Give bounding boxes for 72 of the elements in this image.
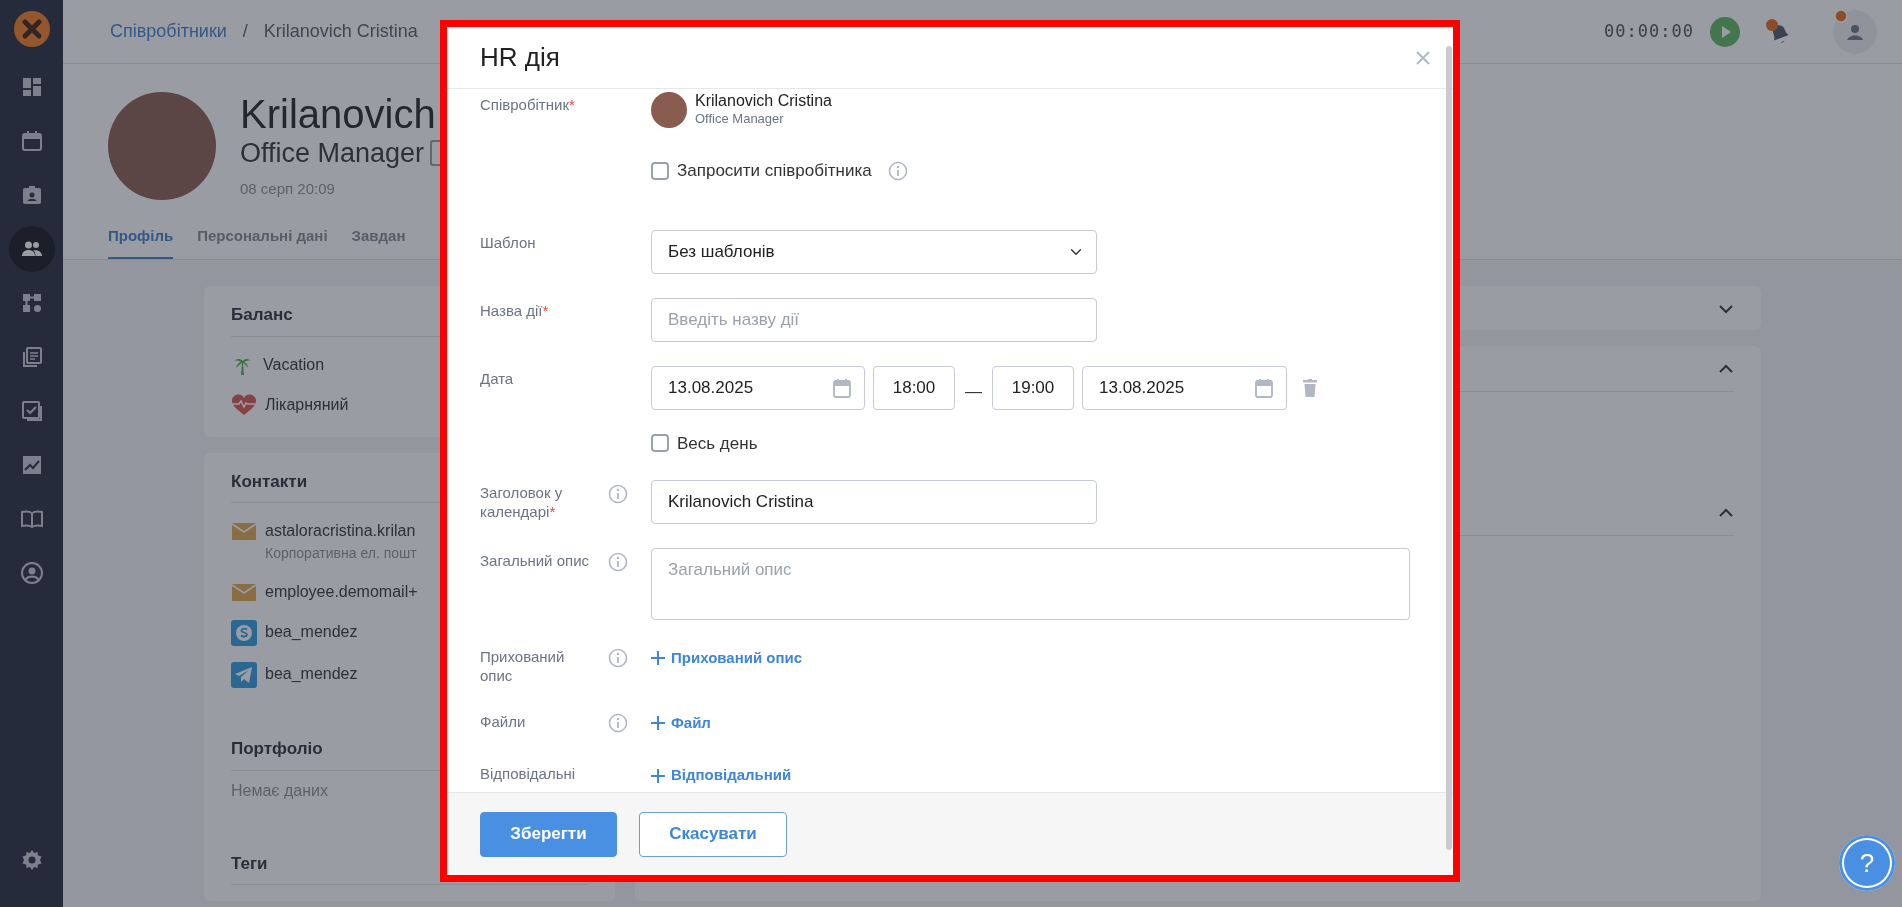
field-label: Прихований опис — [480, 647, 566, 685]
play-button[interactable] — [1710, 16, 1740, 47]
plus-icon — [651, 768, 665, 783]
logo-icon — [13, 11, 50, 47]
field-label: Шаблон — [480, 232, 537, 253]
chevron-icon — [1718, 364, 1734, 375]
checkbox-label: Запросити співробітника — [677, 160, 872, 182]
save-button[interactable]: Зберегти — [480, 811, 617, 857]
time-field[interactable]: 18:00 — [873, 365, 955, 410]
play-icon — [1710, 16, 1740, 47]
paper-plane-icon — [231, 662, 257, 688]
heart-pulse-icon — [231, 392, 257, 417]
leave-type-label: Vacation — [263, 354, 325, 375]
calendar-icon — [19, 129, 44, 153]
field-label: Назва дії* — [480, 300, 550, 321]
employee-name: Krilanovich — [240, 92, 437, 136]
close-icon — [1415, 50, 1431, 67]
skype-logo-icon — [231, 620, 257, 646]
template-select[interactable]: Без шаблонів — [651, 229, 1097, 274]
dialog-title: HR дія — [480, 41, 560, 74]
time-field[interactable]: 19:00 — [992, 365, 1074, 410]
breadcrumb-separator: / — [242, 20, 248, 43]
job-title: Office Manager — [240, 137, 425, 170]
checkbox[interactable] — [651, 434, 669, 453]
employee-name: Krilanovich Cristina — [695, 92, 832, 110]
plus-icon — [651, 716, 665, 731]
text-input-field[interactable]: Krilanovich Cristina — [651, 480, 1097, 524]
field-label: Співробітник* — [480, 95, 576, 115]
plus-icon — [651, 651, 665, 666]
contact-value: astaloracristina.krilan — [265, 521, 417, 541]
checkbox[interactable] — [651, 161, 669, 180]
trash-icon — [1303, 379, 1317, 398]
calendar-icon — [833, 377, 851, 398]
updated-date: 08 серп 20:09 — [240, 179, 336, 199]
breadcrumb-link[interactable]: Співробітники — [110, 18, 227, 45]
calendar-icon — [1255, 377, 1273, 398]
add-link[interactable]: Прихований опис — [651, 647, 803, 670]
range-separator: — — [964, 380, 983, 403]
empty-message: Немає даних — [231, 780, 328, 801]
contact-value: employee.demomail+ — [265, 582, 418, 602]
gear-icon — [19, 848, 44, 872]
employee-role: Office Manager — [695, 110, 785, 128]
help-button[interactable]: ? — [1839, 835, 1895, 891]
cancel-button[interactable]: Скасувати — [639, 811, 787, 857]
user-avatar-icon — [1832, 8, 1878, 55]
description-field[interactable]: Загальний опис — [651, 548, 1410, 620]
user-avatar-button[interactable] — [1832, 8, 1878, 55]
contact-note: Корпоративна ел. пошт — [265, 544, 417, 563]
profile-tab[interactable]: Завдан — [351, 224, 406, 259]
contact-value: bea_mendez — [265, 622, 358, 642]
checklist-icon — [19, 399, 44, 423]
contact-value: bea_mendez — [265, 664, 358, 684]
checkbox-label: Весь день — [677, 432, 758, 455]
text-input-field[interactable]: Введіть назву дії — [651, 297, 1097, 342]
profile-tab[interactable]: Профіль — [108, 224, 174, 259]
timer-display: 00:00:00 — [1604, 19, 1694, 43]
book-icon — [19, 507, 44, 531]
add-link[interactable]: Відповідальний — [651, 764, 792, 787]
chevron-icon — [1718, 303, 1734, 314]
chevron-icon — [1718, 508, 1734, 519]
leave-type-label: Лікарняний — [265, 394, 349, 415]
avatar-photo-placeholder — [651, 92, 687, 128]
user-circle-icon — [19, 561, 44, 585]
sidebar-item[interactable] — [8, 226, 55, 272]
field-label: Загальний опис — [480, 551, 590, 571]
add-link[interactable]: Файл — [651, 712, 711, 735]
profile-tab[interactable]: Персональні дані — [197, 224, 328, 259]
date-field[interactable]: 13.08.2025 — [651, 365, 865, 410]
field-label: Файли — [480, 712, 527, 732]
breadcrumb-current: Krilanovich Cristina — [263, 20, 418, 43]
date-field[interactable]: 13.08.2025 — [1082, 365, 1287, 410]
field-label: Дата — [480, 368, 515, 389]
